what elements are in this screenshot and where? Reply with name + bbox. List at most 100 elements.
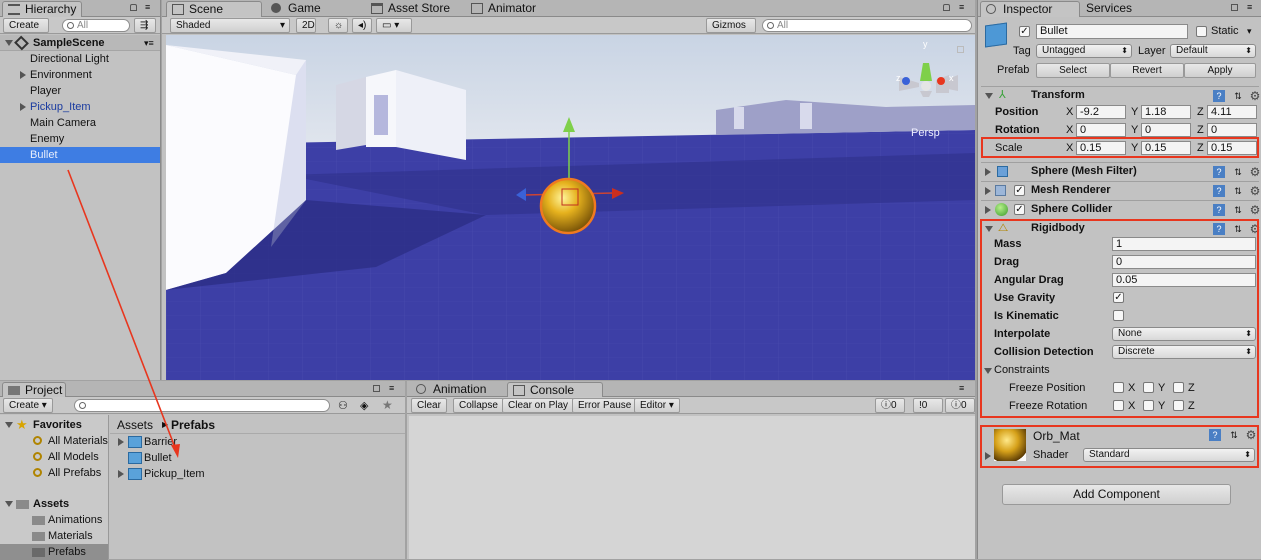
help-icon[interactable]: ? xyxy=(1213,204,1225,216)
gizmo-lock-icon[interactable] xyxy=(957,46,964,53)
prefab-select-button[interactable]: Select xyxy=(1036,63,1110,78)
preset-icon[interactable]: ⇅ xyxy=(1232,166,1244,178)
console-log-area[interactable] xyxy=(409,416,975,559)
expand-arrow-icon[interactable] xyxy=(5,40,13,46)
hierarchy-filter-button[interactable]: ⇶ xyxy=(134,18,156,33)
static-dropdown-icon[interactable]: ▾ xyxy=(1247,26,1252,37)
sphere-collider-header[interactable]: ✓ Sphere Collider ? ⇅ ⚙ xyxy=(981,200,1261,218)
hierarchy-item[interactable]: Main Camera xyxy=(0,115,160,131)
lock-icon[interactable] xyxy=(130,4,137,11)
favorite-item[interactable]: All Materials xyxy=(0,433,108,449)
hierarchy-item-selected[interactable]: Bullet xyxy=(0,147,160,163)
preset-icon[interactable]: ⇅ xyxy=(1232,185,1244,197)
transform-header[interactable]: ⅄ Transform ? ⇅ ⚙ xyxy=(981,86,1261,104)
persp-label[interactable]: Persp xyxy=(911,127,940,139)
hierarchy-item[interactable]: Environment xyxy=(0,67,160,83)
filter-type-icon[interactable]: ⚇ xyxy=(338,399,348,412)
position-x-field[interactable]: -9.2 xyxy=(1076,105,1126,119)
scene-search-input[interactable]: All xyxy=(762,19,972,32)
hierarchy-item-prefab[interactable]: Pickup_Item xyxy=(0,99,160,115)
preset-icon[interactable]: ⇅ xyxy=(1232,204,1244,216)
effects-dropdown-icon[interactable]: ▭ ▾ xyxy=(376,18,412,33)
favorite-star-icon[interactable]: ★ xyxy=(382,398,393,412)
clear-button[interactable]: Clear xyxy=(411,398,447,413)
mesh-filter-header[interactable]: Sphere (Mesh Filter) ? ⇅ ⚙ xyxy=(981,162,1261,180)
layer-dropdown[interactable]: Default xyxy=(1170,44,1256,58)
sphere-collider-checkbox[interactable]: ✓ xyxy=(1014,204,1025,215)
menu-icon[interactable]: ≡ xyxy=(959,383,964,393)
breadcrumb-assets[interactable]: Assets xyxy=(117,416,153,434)
shading-dropdown[interactable]: Shaded ▾ xyxy=(170,18,290,33)
mesh-renderer-checkbox[interactable]: ✓ xyxy=(1014,185,1025,196)
menu-icon[interactable]: ≡ xyxy=(959,2,964,12)
editor-dropdown[interactable]: Editor ▾ xyxy=(634,398,680,413)
gear-icon[interactable]: ⚙ xyxy=(1249,185,1261,197)
position-y-field[interactable]: 1.18 xyxy=(1141,105,1191,119)
collapse-button[interactable]: Collapse xyxy=(453,398,504,413)
tab-animation[interactable]: Animation xyxy=(411,382,494,398)
hierarchy-item[interactable]: Directional Light xyxy=(0,51,160,67)
expand-arrow-icon[interactable] xyxy=(20,71,26,79)
help-icon[interactable]: ? xyxy=(1213,166,1225,178)
tab-animator[interactable]: Animator xyxy=(466,1,544,17)
prefab-revert-button[interactable]: Revert xyxy=(1110,63,1184,78)
breadcrumb-prefabs[interactable]: Prefabs xyxy=(171,416,215,434)
scene-menu-icon[interactable]: ▾≡ xyxy=(144,35,154,51)
tab-console[interactable]: Console xyxy=(507,382,603,398)
error-pause-button[interactable]: Error Pause xyxy=(572,398,638,413)
log-count-button[interactable]: ⓘ0 xyxy=(875,398,905,413)
assets-row[interactable]: Assets xyxy=(0,496,108,512)
preset-icon[interactable]: ⇅ xyxy=(1232,90,1244,102)
name-field[interactable]: Bullet xyxy=(1036,24,1188,39)
menu-icon[interactable]: ≡ xyxy=(1247,2,1252,12)
gear-icon[interactable]: ⚙ xyxy=(1249,166,1261,178)
create-button[interactable]: Create ▾ xyxy=(3,18,49,45)
project-search-input[interactable] xyxy=(74,399,330,412)
folder-item[interactable]: Animations xyxy=(0,512,108,528)
folder-item[interactable]: Materials xyxy=(0,528,108,544)
tab-hierarchy[interactable]: Hierarchy xyxy=(2,1,82,17)
rotation-z-field[interactable]: 0 xyxy=(1207,123,1257,137)
tag-dropdown[interactable]: Untagged xyxy=(1036,44,1132,58)
menu-icon[interactable]: ≡ xyxy=(389,383,394,393)
create-button[interactable]: Create ▾ xyxy=(3,398,53,413)
tab-inspector[interactable]: Inspector xyxy=(980,1,1080,17)
favorite-item[interactable]: All Models xyxy=(0,449,108,465)
lock-icon[interactable] xyxy=(943,4,950,11)
file-item[interactable]: Bullet xyxy=(110,450,405,466)
tab-project[interactable]: Project xyxy=(2,382,66,398)
tab-asset-store[interactable]: Asset Store xyxy=(366,1,458,17)
static-checkbox[interactable] xyxy=(1196,26,1207,37)
file-item[interactable]: Pickup_Item xyxy=(110,466,405,482)
favorite-item[interactable]: All Prefabs xyxy=(0,465,108,481)
active-checkbox[interactable]: ✓ xyxy=(1019,26,1030,37)
menu-icon[interactable]: ≡ xyxy=(145,2,150,12)
audio-toggle-icon[interactable]: ◂) xyxy=(352,18,372,33)
favorites-row[interactable]: ★ Favorites xyxy=(0,417,108,433)
hierarchy-item[interactable]: Enemy xyxy=(0,131,160,147)
help-icon[interactable]: ? xyxy=(1213,90,1225,102)
lock-icon[interactable] xyxy=(1231,4,1238,11)
position-z-field[interactable]: 4.11 xyxy=(1207,105,1257,119)
scene-row[interactable]: SampleScene ▾≡ xyxy=(0,35,160,51)
prefab-apply-button[interactable]: Apply xyxy=(1184,63,1256,78)
scene-viewport[interactable]: y z x Persp xyxy=(166,35,975,380)
rotation-y-field[interactable]: 0 xyxy=(1141,123,1191,137)
expand-arrow-icon[interactable] xyxy=(20,103,26,111)
lighting-toggle-icon[interactable]: ☼ xyxy=(328,18,348,33)
tab-game[interactable]: Game xyxy=(266,1,329,17)
folder-item-selected[interactable]: Prefabs xyxy=(0,544,108,560)
filter-label-icon[interactable]: ◈ xyxy=(360,399,368,412)
clear-on-play-button[interactable]: Clear on Play xyxy=(502,398,575,413)
file-item[interactable]: Barrier xyxy=(110,434,405,450)
add-component-button[interactable]: Add Component xyxy=(1002,484,1231,505)
gizmos-dropdown[interactable]: Gizmos ▾ xyxy=(706,18,756,45)
error-count-button[interactable]: ⓘ0 xyxy=(945,398,975,413)
lock-icon[interactable] xyxy=(373,385,380,392)
hierarchy-item[interactable]: Player xyxy=(0,83,160,99)
gear-icon[interactable]: ⚙ xyxy=(1249,90,1261,102)
mesh-renderer-header[interactable]: ✓ Mesh Renderer ? ⇅ ⚙ xyxy=(981,181,1261,199)
rotation-x-field[interactable]: 0 xyxy=(1076,123,1126,137)
help-icon[interactable]: ? xyxy=(1213,185,1225,197)
gear-icon[interactable]: ⚙ xyxy=(1249,204,1261,216)
